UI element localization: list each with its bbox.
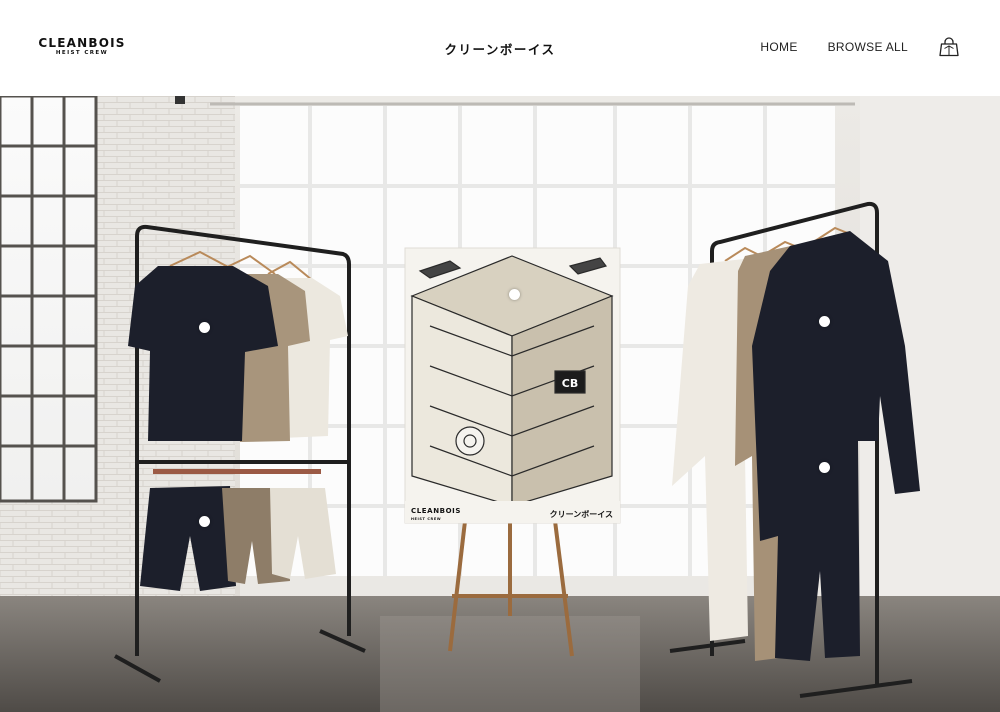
product-hotspot-tee[interactable] [199,322,210,333]
site-header: CLEANBOIS HEIST CREW クリーンボーイス HOME BROWS… [0,0,1000,96]
showroom-illustration: CB CLEANBOIS HEIST CREW クリーンボーイス [0,96,1000,712]
poster-japanese-title: クリーンボーイス [550,509,613,519]
left-window [0,96,98,503]
poster-logo-sub: HEIST CREW [411,517,441,521]
poster-logo: CLEANBOIS [411,507,461,515]
product-hotspot-poster[interactable] [509,289,520,300]
product-hotspot-sweatpants[interactable] [819,462,830,473]
shopping-bag-icon[interactable] [938,36,960,58]
nav-home-link[interactable]: HOME [760,40,797,54]
main-nav: HOME BROWSE ALL [760,36,960,58]
hero-showroom-photo: CB CLEANBOIS HEIST CREW クリーンボーイス [0,96,1000,712]
poster-cb-mark: CB [562,377,578,390]
product-hotspot-shorts[interactable] [199,516,210,527]
nav-browse-all-link[interactable]: BROWSE ALL [828,40,908,54]
product-hotspot-hoodie[interactable] [819,316,830,327]
